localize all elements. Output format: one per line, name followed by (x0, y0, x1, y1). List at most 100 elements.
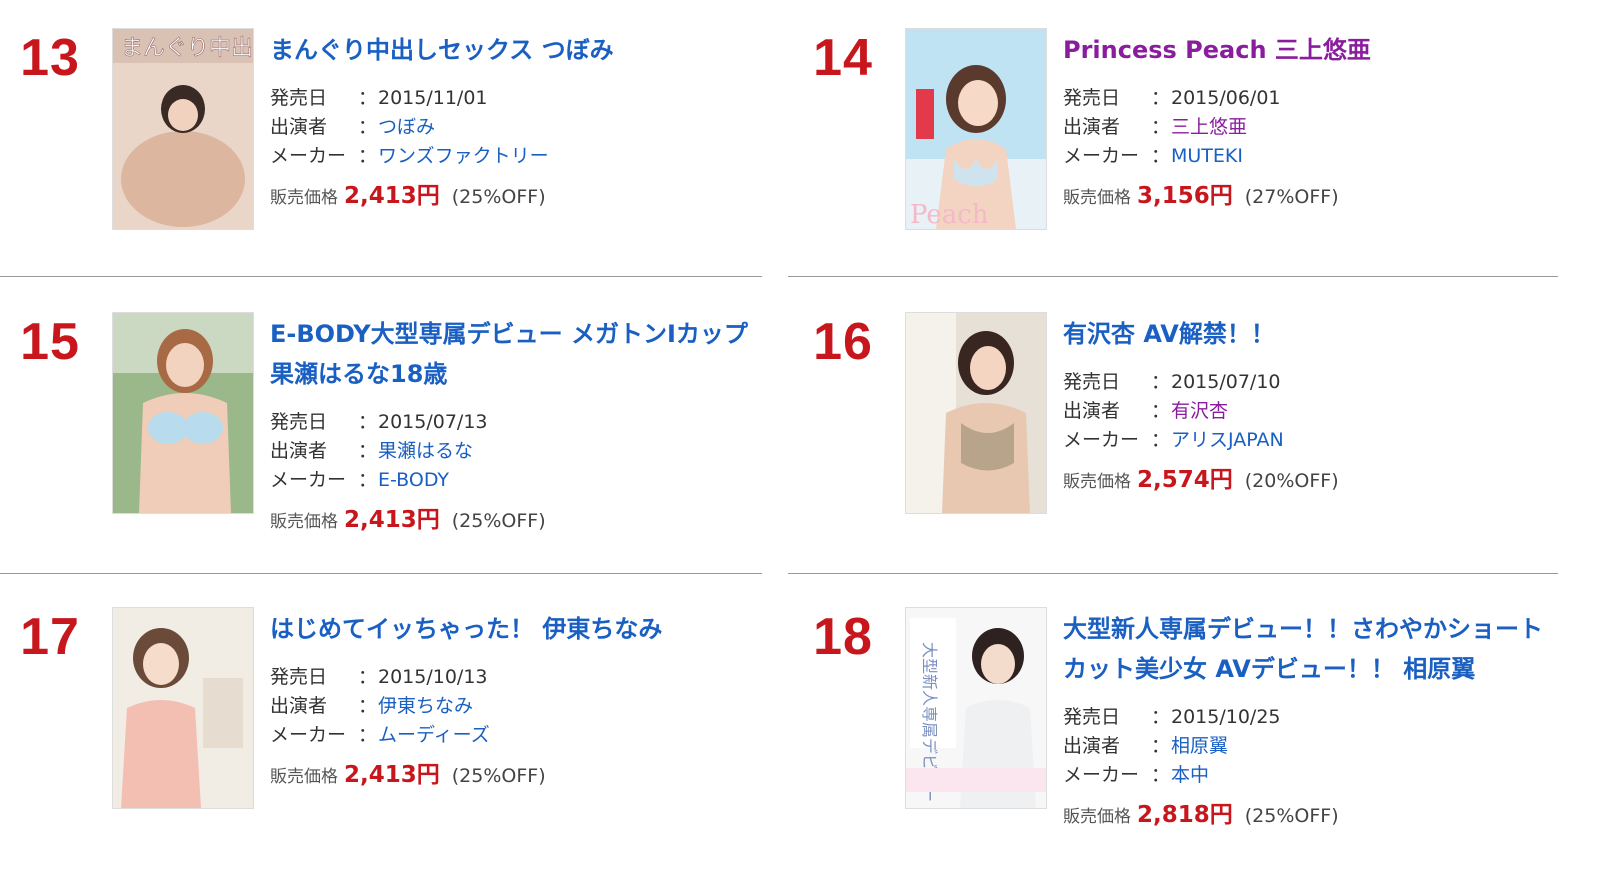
maker-link[interactable]: E-BODY (378, 469, 449, 491)
product-cover-image[interactable]: 大型新人専属デビュー (905, 607, 1047, 809)
discount-text: (25%OFF) (451, 765, 546, 787)
product-item-15: 15 E-BODY大型専属デビュー メガトンIカップ 果瀬はるな18歳 発売日 ：… (0, 312, 760, 582)
product-item-17: 17 はじめてイッちゃった！ 伊東ちなみ 発売日 ：2015/10/13 出演者 ：… (0, 607, 760, 877)
release-row: 発売日 ：2015/07/13 (270, 408, 760, 437)
cast-link[interactable]: 三上悠亜 (1171, 116, 1247, 138)
product-info: まんぐり中出しセックス つぼみ 発売日 ：2015/11/01 出演者 ：つぼみ メ… (270, 28, 760, 213)
release-date: 2015/10/13 (378, 666, 488, 688)
product-cover-image[interactable]: まんぐり中出しセックス (112, 28, 254, 230)
product-title-link[interactable]: E-BODY大型専属デビュー メガトンIカップ 果瀬はるな18歳 (270, 314, 760, 394)
separator: ： (1151, 764, 1171, 786)
rank-number: 14 (813, 29, 873, 87)
separator: ： (358, 724, 378, 746)
product-title-link[interactable]: はじめてイッちゃった！ 伊東ちなみ (270, 609, 760, 649)
price-label: 販売価格 (270, 767, 338, 787)
row-divider (0, 573, 762, 574)
discount-text: (25%OFF) (451, 186, 546, 208)
row-divider (788, 573, 1558, 574)
rank-number: 16 (813, 313, 873, 371)
price-label: 販売価格 (1063, 188, 1131, 208)
rank-number: 13 (20, 29, 80, 87)
product-info: Princess Peach 三上悠亜 発売日 ：2015/06/01 出演者 ：三… (1063, 28, 1553, 213)
rank-number: 18 (813, 608, 873, 666)
separator: ： (358, 440, 378, 462)
maker-link[interactable]: ワンズファクトリー (378, 145, 549, 167)
price-row: 販売価格 2,413円 (25%OFF) (270, 760, 760, 792)
price-row: 販売価格 2,574円 (20%OFF) (1063, 465, 1553, 497)
product-cover-image[interactable] (905, 312, 1047, 514)
maker-link[interactable]: MUTEKI (1171, 145, 1243, 167)
separator: ： (1151, 400, 1171, 422)
product-info: はじめてイッちゃった！ 伊東ちなみ 発売日 ：2015/10/13 出演者 ：伊東ち… (270, 607, 760, 792)
price-row: 販売価格 2,413円 (25%OFF) (270, 181, 760, 213)
maker-link[interactable]: 本中 (1171, 764, 1209, 786)
product-info: E-BODY大型専属デビュー メガトンIカップ 果瀬はるな18歳 発売日 ：201… (270, 312, 760, 537)
cast-label: 出演者 (270, 440, 328, 462)
product-meta: 発売日 ：2015/07/13 出演者 ：果瀬はるな メーカー ：E-BODY (270, 408, 760, 495)
release-label: 発売日 (270, 411, 328, 433)
price-value: 2,413円 (344, 183, 440, 209)
cast-link[interactable]: 果瀬はるな (378, 440, 473, 462)
separator: ： (1151, 116, 1171, 138)
product-meta: 発売日 ：2015/06/01 出演者 ：三上悠亜 メーカー ：MUTEKI (1063, 84, 1553, 171)
cast-label: 出演者 (1063, 735, 1121, 757)
product-cover-image[interactable] (112, 312, 254, 514)
discount-text: (25%OFF) (451, 510, 546, 532)
cast-link[interactable]: つぼみ (378, 116, 435, 138)
price-label: 販売価格 (1063, 807, 1131, 827)
maker-link[interactable]: ムーディーズ (378, 724, 490, 746)
price-value: 3,156円 (1137, 183, 1233, 209)
price-value: 2,574円 (1137, 467, 1233, 493)
release-row: 発売日 ：2015/11/01 (270, 84, 760, 113)
maker-row: メーカー ：ムーディーズ (270, 721, 760, 750)
cast-label: 出演者 (270, 695, 328, 717)
product-title-link[interactable]: 大型新人専属デビュー！！さわやかショートカット美少女 AVデビュー！！ 相原翼 (1063, 609, 1553, 689)
cast-row: 出演者 ：相原翼 (1063, 732, 1553, 761)
release-row: 発売日 ：2015/06/01 (1063, 84, 1553, 113)
cast-link[interactable]: 伊東ちなみ (378, 695, 473, 717)
price-label: 販売価格 (270, 188, 338, 208)
product-title-link[interactable]: まんぐり中出しセックス つぼみ (270, 30, 760, 70)
release-label: 発売日 (1063, 706, 1121, 728)
separator: ： (1151, 735, 1171, 757)
maker-label: メーカー (270, 469, 347, 491)
cast-link[interactable]: 有沢杏 (1171, 400, 1228, 422)
maker-row: メーカー ：ワンズファクトリー (270, 142, 760, 171)
separator: ： (358, 695, 378, 717)
discount-text: (25%OFF) (1244, 805, 1339, 827)
cast-row: 出演者 ：三上悠亜 (1063, 113, 1553, 142)
price-row: 販売価格 2,413円 (25%OFF) (270, 505, 760, 537)
price-row: 販売価格 3,156円 (27%OFF) (1063, 181, 1553, 213)
product-cover-image[interactable]: Peach (905, 28, 1047, 230)
product-meta: 発売日 ：2015/10/13 出演者 ：伊東ちなみ メーカー ：ムーディーズ (270, 663, 760, 750)
row-divider (788, 276, 1558, 277)
release-label: 発売日 (270, 87, 328, 109)
maker-label: メーカー (1063, 429, 1140, 451)
maker-row: メーカー ：E-BODY (270, 466, 760, 495)
separator: ： (1151, 371, 1171, 393)
maker-link[interactable]: アリスJAPAN (1171, 429, 1284, 451)
product-title-link[interactable]: Princess Peach 三上悠亜 (1063, 30, 1553, 70)
product-meta: 発売日 ：2015/10/25 出演者 ：相原翼 メーカー ：本中 (1063, 703, 1553, 790)
separator: ： (358, 469, 378, 491)
release-date: 2015/07/13 (378, 411, 488, 433)
cast-row: 出演者 ：有沢杏 (1063, 397, 1553, 426)
cast-row: 出演者 ：つぼみ (270, 113, 760, 142)
product-info: 大型新人専属デビュー！！さわやかショートカット美少女 AVデビュー！！ 相原翼 … (1063, 607, 1553, 832)
release-row: 発売日 ：2015/07/10 (1063, 368, 1553, 397)
separator: ： (1151, 145, 1171, 167)
maker-row: メーカー ：MUTEKI (1063, 142, 1553, 171)
release-row: 発売日 ：2015/10/13 (270, 663, 760, 692)
price-value: 2,413円 (344, 507, 440, 533)
cast-link[interactable]: 相原翼 (1171, 735, 1228, 757)
product-item-18: 18 大型新人専属デビュー 大型新人専属デビュー！！さわやかショートカット美少女… (793, 607, 1553, 877)
product-item-14: 14 Peach Princess Peach 三上悠亜 発売日 ：2015/06… (793, 28, 1553, 298)
rank-number: 17 (20, 608, 80, 666)
rank-number: 15 (20, 313, 80, 371)
product-cover-image[interactable] (112, 607, 254, 809)
product-title-link[interactable]: 有沢杏 AV解禁！！ (1063, 314, 1553, 354)
release-label: 発売日 (1063, 371, 1121, 393)
product-meta: 発売日 ：2015/07/10 出演者 ：有沢杏 メーカー ：アリスJAPAN (1063, 368, 1553, 455)
cast-row: 出演者 ：伊東ちなみ (270, 692, 760, 721)
cast-row: 出演者 ：果瀬はるな (270, 437, 760, 466)
